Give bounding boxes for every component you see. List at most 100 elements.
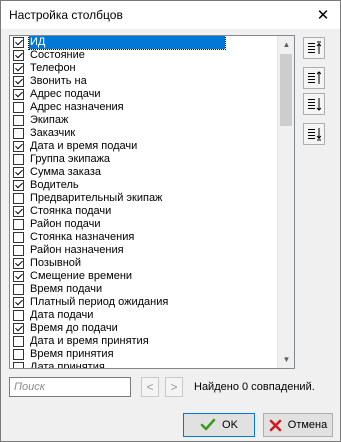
column-label: Заказчик (30, 127, 76, 139)
column-label: Платный период ожидания (30, 296, 169, 308)
move-down-icon (308, 98, 321, 111)
move-top-icon (308, 41, 321, 54)
found-count-text: Найдено 0 совпадений. (194, 381, 315, 393)
column-list-item[interactable]: Стоянка подачи (10, 205, 278, 218)
column-label: ИД (27, 36, 227, 50)
column-label: Стоянка подачи (30, 205, 112, 217)
column-checkbox[interactable] (13, 206, 24, 217)
move-down-button[interactable] (303, 93, 325, 115)
column-label: Экипаж (30, 114, 69, 126)
column-list-item[interactable]: Водитель (10, 179, 278, 192)
column-checkbox[interactable] (13, 128, 24, 139)
column-list-item[interactable]: Телефон (10, 62, 278, 75)
ok-label: OK (222, 419, 238, 431)
column-checkbox[interactable] (13, 89, 24, 100)
column-checkbox[interactable] (13, 297, 24, 308)
column-label: Район подачи (30, 218, 101, 230)
column-checkbox[interactable] (13, 349, 24, 360)
column-list-item[interactable]: Позывной (10, 257, 278, 270)
column-list-item[interactable]: Дата принятия (10, 361, 278, 369)
column-checkbox[interactable] (13, 258, 24, 269)
column-list-item[interactable]: Состояние (10, 49, 278, 62)
column-list-item[interactable]: Дата и время подачи (10, 140, 278, 153)
column-checkbox[interactable] (13, 271, 24, 282)
close-button[interactable]: ✕ (306, 1, 340, 29)
columns-list[interactable]: ИД Состояние Телефон Звонить на Адрес подачи… (9, 35, 295, 369)
column-label: Время до подачи (30, 322, 118, 334)
column-settings-dialog: Настройка столбцов ✕ ИД Состояние Телефон З… (0, 0, 341, 442)
column-list-item[interactable]: Адрес назначения (10, 101, 278, 114)
column-label: Адрес назначения (30, 101, 124, 113)
column-label: Дата подачи (30, 309, 94, 321)
move-up-button[interactable] (303, 67, 325, 89)
column-label: Смещение времени (30, 270, 133, 282)
prev-match-button[interactable]: < (141, 377, 159, 397)
column-list-item[interactable]: Стоянка назначения (10, 231, 278, 244)
column-list-item[interactable]: Платный период ожидания (10, 296, 278, 309)
column-label: Район назначения (30, 244, 124, 256)
column-checkbox[interactable] (13, 154, 24, 165)
column-checkbox[interactable] (13, 167, 24, 178)
column-list-item[interactable]: Группа экипажа (10, 153, 278, 166)
prev-arrow-icon: < (146, 380, 154, 394)
column-list-item[interactable]: Время подачи (10, 283, 278, 296)
column-label: Время подачи (30, 283, 103, 295)
next-match-button[interactable]: > (165, 377, 183, 397)
column-label: Стоянка назначения (30, 231, 135, 243)
column-label: Адрес подачи (30, 88, 101, 100)
column-checkbox[interactable] (13, 362, 24, 368)
column-checkbox[interactable] (13, 50, 24, 61)
dialog-title: Настройка столбцов (9, 8, 123, 22)
column-label: Водитель (30, 179, 79, 191)
ok-button[interactable]: OK (183, 413, 255, 437)
scroll-thumb[interactable] (280, 54, 292, 126)
move-bottom-icon (308, 128, 321, 141)
column-list-item[interactable]: Район подачи (10, 218, 278, 231)
column-checkbox[interactable] (13, 76, 24, 87)
column-checkbox[interactable] (13, 245, 24, 256)
column-checkbox[interactable] (13, 102, 24, 113)
columns-list-items: ИД Состояние Телефон Звонить на Адрес подачи… (10, 36, 278, 369)
column-list-item[interactable]: Дата и время принятия (10, 335, 278, 348)
column-checkbox[interactable] (13, 284, 24, 295)
column-label: Дата принятия (30, 361, 105, 369)
column-list-item[interactable]: Адрес подачи (10, 88, 278, 101)
column-checkbox[interactable] (13, 37, 24, 48)
column-list-item[interactable]: Дата подачи (10, 309, 278, 322)
cancel-button[interactable]: Отмена (263, 413, 333, 437)
column-label: Сумма заказа (30, 166, 101, 178)
column-list-item[interactable]: Экипаж (10, 114, 278, 127)
next-arrow-icon: > (170, 380, 178, 394)
column-list-item[interactable]: Сумма заказа (10, 166, 278, 179)
column-checkbox[interactable] (13, 180, 24, 191)
column-checkbox[interactable] (13, 336, 24, 347)
scroll-up-arrow-icon[interactable]: ▲ (278, 36, 294, 53)
column-checkbox[interactable] (13, 232, 24, 243)
column-checkbox[interactable] (13, 219, 24, 230)
column-list-item[interactable]: Звонить на (10, 75, 278, 88)
column-label: Звонить на (30, 75, 87, 87)
column-list-item[interactable]: Время до подачи (10, 322, 278, 335)
column-list-item[interactable]: Район назначения (10, 244, 278, 257)
cancel-label: Отмена (287, 419, 328, 431)
column-checkbox[interactable] (13, 310, 24, 321)
scroll-down-arrow-icon[interactable]: ▼ (278, 351, 294, 368)
column-checkbox[interactable] (13, 141, 24, 152)
column-label: Состояние (30, 49, 85, 61)
column-list-item[interactable]: Смещение времени (10, 270, 278, 283)
move-bottom-button[interactable] (303, 123, 325, 145)
column-list-item[interactable]: Время принятия (10, 348, 278, 361)
column-checkbox[interactable] (13, 323, 24, 334)
move-up-icon (308, 71, 321, 84)
column-checkbox[interactable] (13, 63, 24, 74)
column-list-item[interactable]: Предварительный экипаж (10, 192, 278, 205)
search-input[interactable] (9, 377, 131, 397)
column-checkbox[interactable] (13, 115, 24, 126)
column-checkbox[interactable] (13, 193, 24, 204)
column-label: Позывной (30, 257, 82, 269)
column-label: Предварительный экипаж (30, 192, 163, 204)
column-list-item[interactable]: Заказчик (10, 127, 278, 140)
column-list-item[interactable]: ИД (10, 36, 278, 50)
list-scrollbar[interactable]: ▲ ▼ (277, 36, 294, 368)
move-top-button[interactable] (303, 37, 325, 59)
